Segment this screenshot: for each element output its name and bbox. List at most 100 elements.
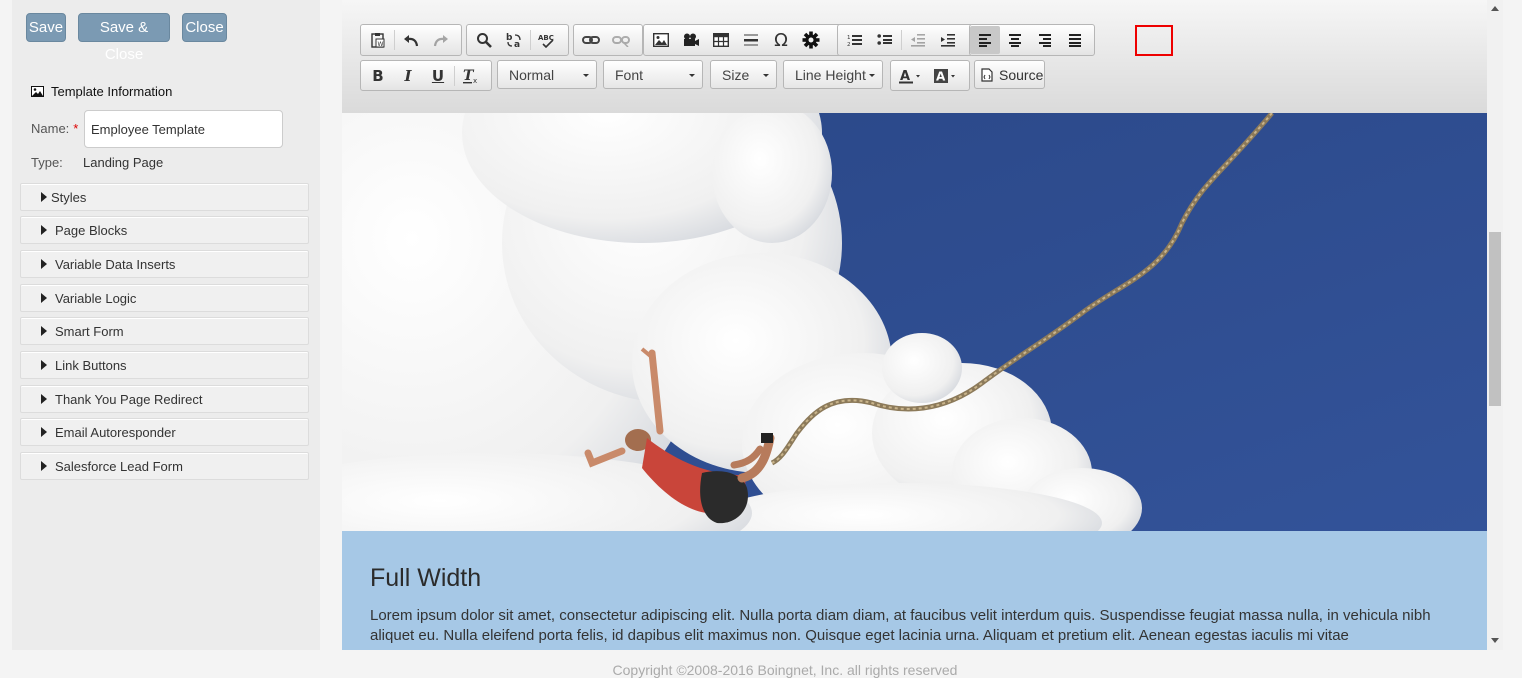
bulleted-list-icon[interactable]: [870, 26, 900, 54]
toolbar-group-basicstyles: B I U Tx: [360, 60, 492, 91]
table-icon[interactable]: [706, 26, 736, 54]
italic-glyph: I: [404, 66, 412, 85]
font-select[interactable]: Font: [603, 60, 703, 89]
font-select-value: Font: [615, 66, 644, 83]
accordion-styles[interactable]: Styles: [20, 183, 309, 211]
accordion-label: Smart Form: [55, 323, 124, 339]
bold-button[interactable]: B: [363, 62, 393, 90]
source-icon: [981, 67, 993, 82]
editor-scrollbar[interactable]: [1487, 0, 1503, 650]
section-body-text: Lorem ipsum dolor sit amet, consectetur …: [370, 607, 1431, 644]
chevron-down-icon: [689, 74, 695, 77]
toolbar-group-links: [573, 24, 643, 56]
section-title: Full Width: [370, 564, 482, 592]
toolbar-separator: [454, 65, 455, 86]
numbered-list-icon[interactable]: 12: [840, 26, 870, 54]
save-button[interactable]: Save: [26, 13, 66, 42]
gear-icon[interactable]: [796, 26, 826, 54]
accordion-label: Page Blocks: [55, 222, 128, 238]
link-icon[interactable]: [576, 26, 606, 54]
chevron-down-icon: [869, 74, 875, 77]
underline-glyph: U: [431, 66, 445, 85]
footer-copyright: Copyright ©2008-2016 Boingnet, Inc. all …: [612, 662, 958, 678]
toolbar-group-lists: 12: [837, 24, 973, 56]
editor-area: W ba ABC Ω 1 2 B I U T x Normal Font Siz…: [342, 0, 1487, 650]
image-icon[interactable]: [646, 26, 676, 54]
find-icon[interactable]: [469, 26, 499, 54]
svg-text:a: a: [514, 40, 520, 48]
align-center-icon[interactable]: [1000, 26, 1030, 54]
text-color-icon[interactable]: A: [893, 62, 928, 90]
caret-right-icon: [41, 326, 47, 336]
svg-text:A: A: [936, 69, 946, 83]
source-button[interactable]: Source: [974, 60, 1045, 89]
editor-toolbar: W ba ABC Ω 1 2 B I U T x Normal Font Siz…: [342, 0, 1487, 114]
accordion-salesforce-lead-form[interactable]: Salesforce Lead Form: [20, 452, 309, 480]
accordion-label: Styles: [51, 189, 87, 205]
toolbar-group-align: [969, 24, 1095, 56]
save-close-button[interactable]: Save & Close: [78, 13, 170, 63]
caret-right-icon: [41, 259, 47, 269]
scroll-thumb[interactable]: [1489, 232, 1501, 406]
accordion-label: Thank You Page Redirect: [55, 391, 203, 407]
unlink-icon[interactable]: [606, 26, 636, 54]
accordion-page-blocks[interactable]: Page Blocks: [20, 216, 309, 244]
accordion-email-autoresponder[interactable]: Email Autoresponder: [20, 418, 309, 446]
toolbar-group-colors: A A: [890, 60, 970, 91]
remove-format-icon[interactable]: Tx: [456, 62, 486, 90]
close-button[interactable]: Close: [182, 13, 227, 42]
undo-icon[interactable]: [396, 26, 426, 54]
hero-image: [342, 113, 1487, 531]
horizontal-rule-icon[interactable]: [736, 26, 766, 54]
italic-button[interactable]: I: [393, 62, 423, 90]
caret-right-icon: [41, 293, 47, 303]
toolbar-separator: [901, 30, 902, 50]
scroll-down-icon[interactable]: [1491, 638, 1499, 643]
accordion-label: Link Buttons: [55, 357, 127, 373]
align-left-icon[interactable]: [970, 26, 1000, 54]
underline-button[interactable]: U: [423, 62, 453, 90]
caret-right-icon: [41, 360, 47, 370]
toolbar-separator: [530, 30, 531, 50]
svg-text:W: W: [378, 41, 384, 48]
replace-icon[interactable]: ba: [499, 26, 529, 54]
format-select[interactable]: Normal: [497, 60, 597, 89]
scroll-up-icon[interactable]: [1491, 6, 1499, 11]
template-info-header: Template Information: [31, 84, 172, 99]
toolbar-group-insert: Ω: [643, 24, 842, 56]
spellcheck-icon[interactable]: ABC: [532, 26, 562, 54]
align-justify-icon[interactable]: [1060, 26, 1090, 54]
format-select-value: Normal: [509, 66, 555, 83]
bold-glyph: B: [372, 66, 384, 85]
svg-text:1: 1: [847, 35, 851, 41]
decrease-indent-icon[interactable]: [903, 26, 933, 54]
accordion-link-buttons[interactable]: Link Buttons: [20, 351, 309, 379]
accordion-smart-form[interactable]: Smart Form: [20, 317, 309, 345]
picture-icon: [31, 86, 44, 97]
background-color-icon[interactable]: A: [928, 62, 963, 90]
special-char-icon[interactable]: Ω: [766, 26, 796, 54]
accordion-variable-logic[interactable]: Variable Logic: [20, 284, 309, 312]
increase-indent-icon[interactable]: [933, 26, 963, 54]
caret-right-icon: [41, 225, 47, 235]
line-height-select[interactable]: Line Height: [783, 60, 883, 89]
paste-word-icon[interactable]: W: [363, 26, 393, 54]
size-select[interactable]: Size: [710, 60, 777, 89]
chevron-down-icon: [763, 74, 769, 77]
accordion-label: Variable Data Inserts: [55, 256, 176, 272]
svg-text:2: 2: [847, 42, 851, 47]
template-name-input[interactable]: [84, 110, 283, 148]
chevron-down-icon: [583, 74, 589, 77]
video-icon[interactable]: [676, 26, 706, 54]
template-info-title: Template Information: [51, 84, 173, 99]
accordion-thank-you-redirect[interactable]: Thank You Page Redirect: [20, 385, 309, 413]
align-right-icon[interactable]: [1030, 26, 1060, 54]
full-width-section: Full Width Lorem ipsum dolor sit amet, c…: [342, 531, 1487, 650]
accordion-variable-data-inserts[interactable]: Variable Data Inserts: [20, 250, 309, 278]
svg-text:x: x: [473, 77, 477, 84]
caret-right-icon: [41, 427, 47, 437]
special-char-glyph: Ω: [774, 29, 788, 51]
redo-icon[interactable]: [426, 26, 456, 54]
caret-right-icon: [41, 394, 47, 404]
accordion-label: Salesforce Lead Form: [55, 458, 183, 474]
